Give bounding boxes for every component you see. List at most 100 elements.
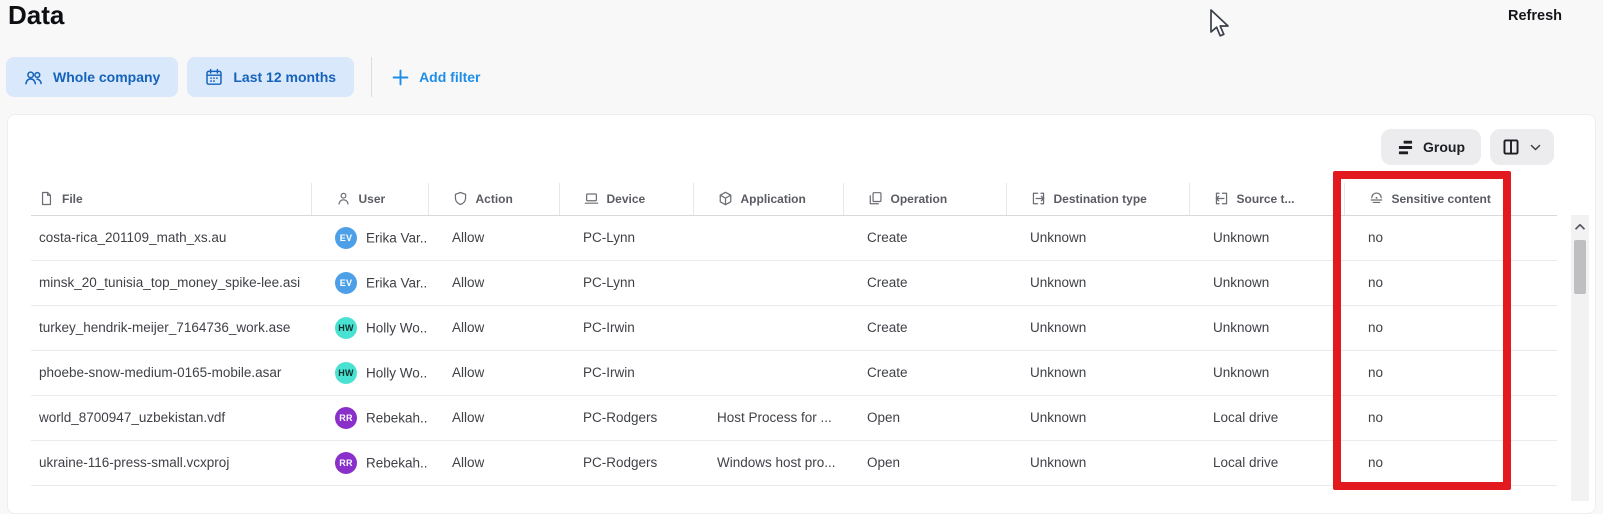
application-cell: Host Process for ... [693,395,843,440]
column-header-destination[interactable]: Destination type [1006,183,1189,215]
column-header-label: Source t... [1237,192,1295,206]
file-cell: ukraine-116-press-small.vcxproj [31,440,311,485]
source-cell: Unknown [1189,305,1344,350]
columns-icon [1502,138,1520,156]
source-cell: Unknown [1189,215,1344,260]
group-icon [1397,139,1414,156]
column-header-source[interactable]: Source t... [1189,183,1344,215]
device-cell: PC-Lynn [559,260,693,305]
column-header-label: Destination type [1054,192,1147,206]
table-row[interactable]: world_8700947_uzbekistan.vdfRRRebekah...… [31,395,1557,440]
filter-chip-last-12-months[interactable]: Last 12 months [187,57,354,97]
column-header-label: File [62,192,83,206]
column-header-operation[interactable]: Operation [843,183,1006,215]
column-header-label: Action [476,192,513,206]
application-cell [693,305,843,350]
user-cell: RR Rebekah... [311,440,428,485]
table-row[interactable]: minsk_20_tunisia_top_money_spike-lee.asi… [31,260,1557,305]
column-header-user[interactable]: User [311,183,428,215]
add-filter-button[interactable]: Add filter [386,68,486,87]
source-cell: Unknown [1189,350,1344,395]
user-icon [336,191,351,206]
avatar: RR [335,407,357,429]
table-body: costa-rica_201109_math_xs.au EV Erika Var.… [31,215,1557,485]
filter-bar: Whole companyLast 12 months Add filter [6,57,487,97]
column-header-label: Application [741,192,806,206]
table-header-row: File User Action Device Application Operation… [31,183,1557,215]
operation-cell: Open [843,395,1006,440]
action-cell: Allow [428,215,559,260]
user-name: Holly Wo... [366,365,428,380]
table-row[interactable]: phoebe-snow-medium-0165-mobile.asar HW Hol… [31,350,1557,395]
user-name: Erika Var... [366,230,428,245]
mouse-cursor [1209,9,1233,44]
add-filter-label: Add filter [419,69,480,85]
page-title: Data [8,0,64,31]
operation-cell: Create [843,215,1006,260]
operation-cell: Create [843,305,1006,350]
calendar-icon [205,68,223,86]
column-header-label: Operation [891,192,948,206]
application-cell [693,350,843,395]
application-cell: Windows host pro... [693,440,843,485]
application-cell [693,215,843,260]
vertical-scrollbar[interactable] [1571,215,1589,501]
column-header-sensitive[interactable]: Sensitive content [1344,183,1557,215]
filter-chips: Whole companyLast 12 months [6,57,363,97]
file-cell: phoebe-snow-medium-0165-mobile.asar [31,350,311,395]
application-icon [718,191,733,206]
action-cell: Allow [428,350,559,395]
avatar: HW [335,362,357,384]
column-header-action[interactable]: Action [428,183,559,215]
scrollbar-thumb[interactable] [1574,240,1586,294]
scroll-up-icon[interactable] [1571,220,1589,234]
operation-icon [868,191,883,206]
avatar: HW [335,317,357,339]
table-row[interactable]: costa-rica_201109_math_xs.auEVErika Var.… [31,215,1557,260]
columns-button[interactable] [1490,129,1554,165]
sensitive-cell: no [1344,350,1557,395]
sensitive-cell: no [1344,215,1557,260]
column-header-device[interactable]: Device [559,183,693,215]
destination-icon [1031,191,1046,206]
device-icon [584,191,599,206]
operation-cell: Create [843,260,1006,305]
column-header-application[interactable]: Application [693,183,843,215]
user-cell: RR Rebekah... [311,395,428,440]
user-name: Rebekah... [366,455,428,470]
destination-cell: Unknown [1006,215,1189,260]
refresh-button[interactable]: Refresh [1508,8,1562,24]
table-row[interactable]: ukraine-116-press-small.vcxproj RR Rebekah… [31,440,1557,485]
table-row[interactable]: turkey_hendrik-meijer_7164736_work.ase HW… [31,305,1557,350]
user-name: Erika Var... [366,275,428,290]
events-table: File User Action Device Application Operation… [31,183,1557,486]
file-cell: turkey_hendrik-meijer_7164736_work.ase [31,305,311,350]
user-name: Rebekah... [366,410,428,425]
column-header-file[interactable]: File [31,183,311,215]
user-cell: HW Holly Wo... [311,350,428,395]
user-name: Holly Wo... [366,320,428,335]
filter-chip-whole-company[interactable]: Whole company [6,57,178,97]
destination-cell: Unknown [1006,305,1189,350]
action-cell: Allow [428,260,559,305]
source-cell: Local drive [1189,440,1344,485]
column-header-label: Device [607,192,646,206]
file-icon [39,191,54,206]
action-cell: Allow [428,440,559,485]
source-cell: Unknown [1189,260,1344,305]
results-panel: Group File User Action Device Application Ope… [7,114,1596,514]
avatar: EV [335,272,357,294]
group-button-label: Group [1423,139,1465,155]
action-cell: Allow [428,395,559,440]
chevron-down-icon [1529,141,1542,154]
file-cell: costa-rica_201109_math_xs.au [31,215,311,260]
sensitive-cell: no [1344,395,1557,440]
avatar: RR [335,452,357,474]
sensitive-cell: no [1344,260,1557,305]
group-button[interactable]: Group [1381,129,1481,165]
destination-cell: Unknown [1006,350,1189,395]
device-cell: PC-Rodgers [559,395,693,440]
column-header-label: Sensitive content [1392,192,1491,206]
device-cell: PC-Irwin [559,305,693,350]
device-cell: PC-Rodgers [559,440,693,485]
